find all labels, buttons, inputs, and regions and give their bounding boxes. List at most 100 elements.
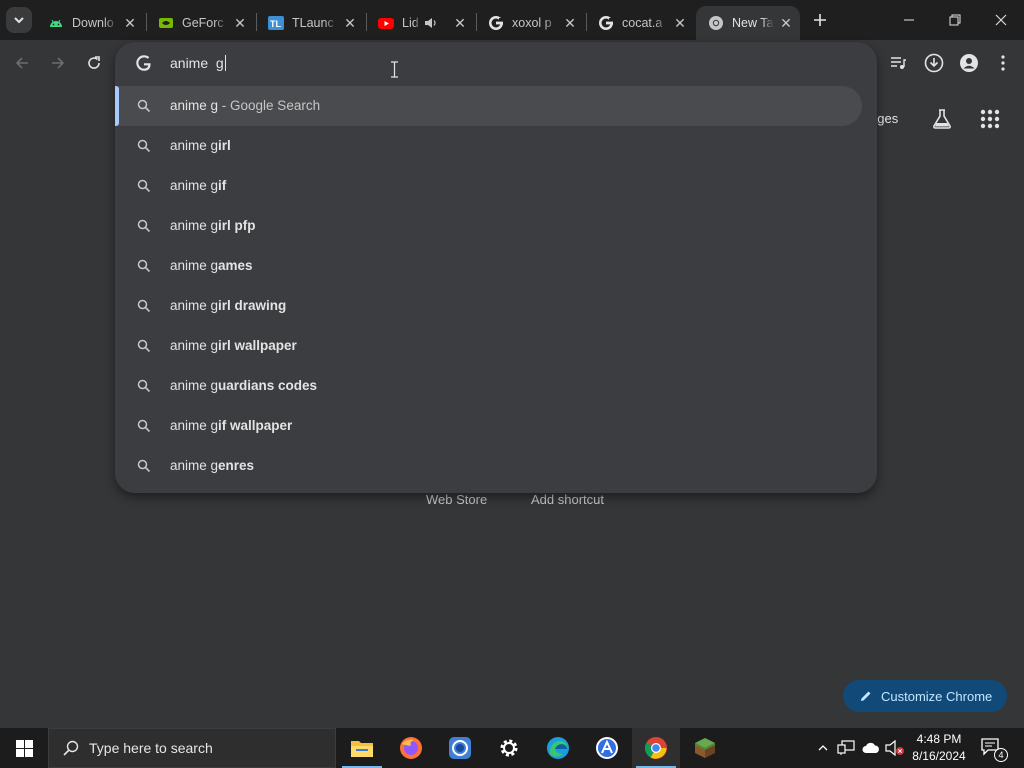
labs-button[interactable] [930,107,954,131]
tab-download[interactable]: Downlo ✕ [36,6,144,40]
tray-network[interactable] [836,738,856,758]
omnibox-dropdown: anime g anime g - Google Search anime gir… [115,42,877,493]
back-button[interactable] [8,49,36,77]
taskbar-search[interactable]: Type here to search [48,728,336,768]
text-caret [224,55,226,71]
suggestion-completion: if [218,178,227,193]
tab-cocat[interactable]: cocat.a ✕ [586,6,694,40]
omnibox-suggestion[interactable]: anime gif wallpaper [115,406,862,446]
speaker-icon[interactable] [424,15,444,31]
close-icon[interactable]: ✕ [672,15,688,31]
reload-button[interactable] [80,49,108,77]
text-cursor-icon [391,61,398,78]
download-icon [924,53,944,73]
notification-count-badge: 4 [994,748,1008,762]
tab-search-button[interactable] [6,7,32,33]
omnibox-suggestion[interactable]: anime girl drawing [115,286,862,326]
tray-overflow-button[interactable] [813,738,833,758]
suggestion-text: anime gif [170,178,226,193]
suggestion-prefix: anime g [170,178,219,193]
suggestion-suffix: - Google Search [218,98,321,113]
taskbar-chrome[interactable] [632,728,680,768]
avatar-icon [960,54,978,72]
shortcut-web-store[interactable]: Web Store [426,492,487,507]
suggestion-text: anime genres [170,458,254,473]
pencil-icon [861,691,871,701]
suggestion-text: anime girl wallpaper [170,338,297,353]
close-window-button[interactable] [978,0,1024,40]
customize-chrome-label: Customize Chrome [881,688,993,704]
downloads-button[interactable] [920,49,948,77]
suggestion-prefix: anime g [170,138,219,153]
minimize-button[interactable] [886,0,932,40]
address-bar-input[interactable]: anime g [170,55,226,71]
tlauncher-icon: TL [268,15,284,31]
tab-title: cocat.a [622,16,663,30]
omnibox-suggestion[interactable]: anime gif [115,166,862,206]
omnibox-suggestion[interactable]: anime girl [115,126,862,166]
start-button[interactable] [0,728,48,768]
taskbar-clock[interactable]: 4:48 PM 8/16/2024 [904,731,974,765]
firefox-icon [400,737,422,759]
taskbar-edge[interactable] [534,728,582,768]
google-icon [598,15,614,31]
omnibox-suggestion[interactable]: anime g - Google Search [115,86,862,126]
apps-grid-icon [980,109,1000,129]
shortcut-add[interactable]: Add shortcut [531,492,604,507]
taskbar-app-circle[interactable] [436,728,484,768]
omnibox-suggestion[interactable]: anime games [115,246,862,286]
close-icon[interactable]: ✕ [452,15,468,31]
suggestion-completion: irl wallpaper [218,338,297,353]
search-icon [137,459,151,473]
tab-tlauncher[interactable]: TL TLaunc ✕ [256,6,364,40]
tab-title: Lid [402,16,419,30]
svg-text:TL: TL [270,19,281,29]
search-icon [63,740,79,756]
tab-geforce[interactable]: GeForc ✕ [146,6,254,40]
search-icon [137,419,151,433]
tab-new-tab[interactable]: New Ta ✕ [696,6,800,40]
forward-button[interactable] [44,49,72,77]
close-icon[interactable]: ✕ [122,15,138,31]
tab-xoxol[interactable]: xoxol p ✕ [476,6,584,40]
nvidia-icon [158,15,174,31]
omnibox-suggestion[interactable]: anime girl wallpaper [115,326,862,366]
clock-time: 4:48 PM [916,732,962,746]
taskbar-file-explorer[interactable] [338,728,386,768]
customize-chrome-button[interactable]: Customize Chrome [843,680,1007,712]
close-icon[interactable]: ✕ [778,15,794,31]
suggestion-completion: enres [218,458,255,473]
chrome-menu-button[interactable] [989,49,1017,77]
flask-icon [933,109,951,129]
close-icon[interactable]: ✕ [342,15,358,31]
close-icon[interactable]: ✕ [232,15,248,31]
suggestion-completion: ames [218,258,253,273]
app-store-icon [596,737,618,759]
suggestion-text: anime guardians codes [170,378,317,393]
google-apps-button[interactable] [978,107,1002,131]
restore-icon [949,14,961,26]
media-controls-button[interactable] [884,49,912,77]
taskbar-minecraft[interactable] [681,728,729,768]
omnibox-suggestion[interactable]: anime genres [115,446,862,486]
close-icon[interactable]: ✕ [562,15,578,31]
new-tab-button[interactable] [808,8,832,32]
app-icon [449,737,471,759]
taskbar-firefox[interactable] [387,728,435,768]
profile-button[interactable] [955,49,983,77]
suggestion-prefix: anime g [170,98,219,113]
tray-onedrive[interactable] [861,738,881,758]
suggestion-text: anime games [170,258,253,273]
suggestion-completion: irl pfp [218,218,256,233]
tab-youtube[interactable]: Lid ✕ [366,6,474,40]
taskbar-settings[interactable] [485,728,533,768]
address-bar[interactable]: anime g [115,42,877,84]
tab-title: TLaunc [292,16,334,30]
search-icon [137,379,151,393]
restore-button[interactable] [932,0,978,40]
omnibox-suggestion[interactable]: anime guardians codes [115,366,862,406]
search-icon [137,219,151,233]
taskbar-app-a[interactable] [583,728,631,768]
tray-volume[interactable] [885,738,905,758]
omnibox-suggestion[interactable]: anime girl pfp [115,206,862,246]
